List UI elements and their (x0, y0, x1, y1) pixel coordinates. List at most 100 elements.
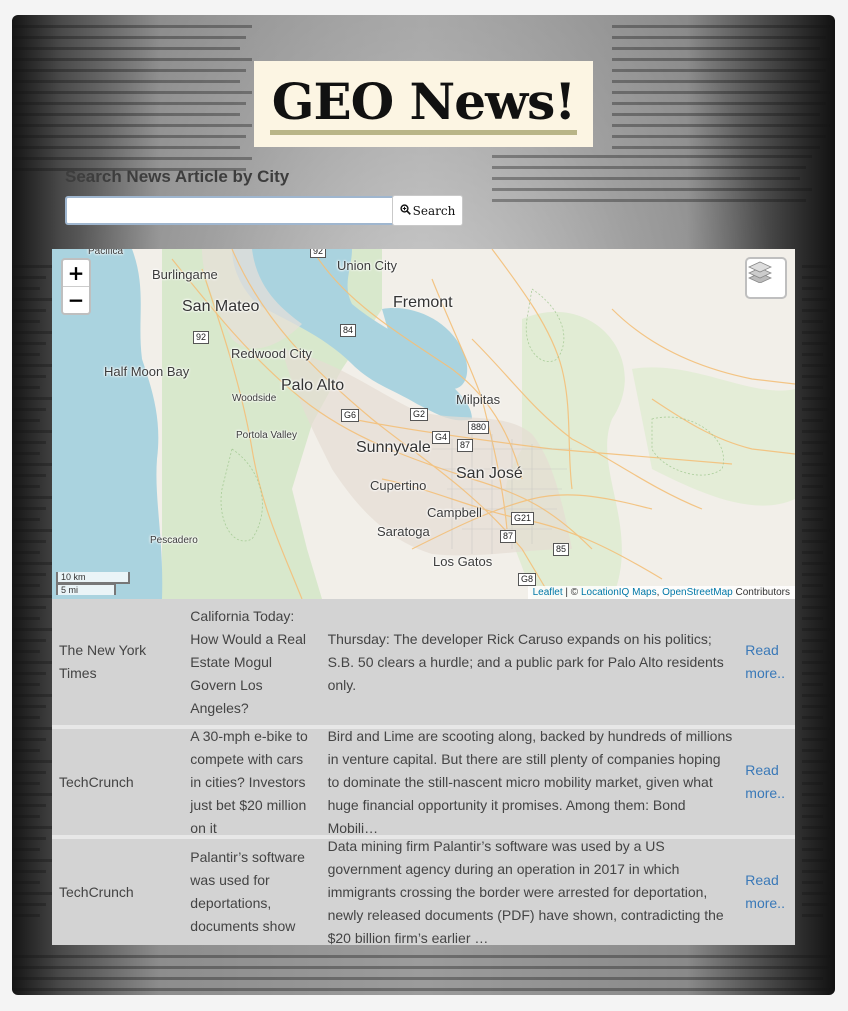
newspaper-line (802, 595, 835, 598)
article-title: California Today: How Would a Real Estat… (190, 607, 306, 716)
newspaper-line (802, 397, 835, 400)
newspaper-line (802, 716, 823, 719)
zoom-in-button[interactable]: + (63, 260, 89, 286)
newspaper-line (802, 738, 829, 741)
map-label-cupertino: Cupertino (370, 478, 427, 493)
newspaper-line (12, 364, 52, 367)
newspaper-line (12, 25, 252, 28)
newspaper-line (12, 595, 52, 598)
osm-link[interactable]: OpenStreetMap (662, 587, 733, 598)
newspaper-line (12, 474, 46, 477)
newspaper-line (12, 157, 252, 160)
newspaper-line (12, 771, 46, 774)
newspaper-line (12, 848, 40, 851)
search-button[interactable]: Search (392, 195, 463, 226)
search-label: Search News Article by City (65, 167, 290, 186)
newspaper-line (492, 199, 806, 202)
newspaper-line (12, 331, 52, 334)
newspaper-line (12, 485, 40, 488)
newspaper-line (12, 628, 52, 631)
newspaper-line (802, 881, 823, 884)
route-shield: 84 (340, 324, 357, 337)
newspaper-line (612, 135, 826, 138)
newspaper-line (12, 113, 240, 116)
map-scale: 10 km 5 mi (56, 572, 130, 595)
newspaper-line (802, 584, 823, 587)
newspaper-line (12, 966, 829, 969)
attribution-contributors: Contributors (732, 587, 790, 598)
leaflet-link[interactable]: Leaflet (533, 587, 563, 598)
search-input[interactable] (65, 196, 395, 225)
newspaper-line (802, 661, 835, 664)
route-shield: 92 (193, 331, 210, 344)
article-source: TechCrunch (59, 773, 134, 790)
newspaper-line (802, 298, 835, 301)
newspaper-line (802, 507, 829, 510)
newspaper-line (802, 683, 823, 686)
newspaper-line (12, 529, 52, 532)
newspaper-line (12, 540, 46, 543)
newspaper-line (802, 903, 829, 906)
newspaper-line (802, 562, 835, 565)
newspaper-line (12, 507, 46, 510)
newspaper-line (612, 69, 826, 72)
map-label-los-gatos: Los Gatos (433, 554, 493, 569)
newspaper-line (12, 320, 40, 323)
newspaper-line (12, 914, 40, 917)
newspaper-line (12, 584, 40, 587)
read-more-link[interactable]: Read more.. (732, 759, 795, 805)
search-button-label: Search (412, 203, 456, 218)
route-shield: 87 (457, 439, 474, 452)
newspaper-line (12, 617, 40, 620)
newspaper-line (802, 628, 835, 631)
newspaper-line (802, 859, 835, 862)
newspaper-line (802, 496, 835, 499)
locationiq-link[interactable]: LocationIQ Maps (581, 587, 657, 598)
map-label-palo-alto: Palo Alto (281, 377, 345, 394)
map-label-pacifica: Pacifica (88, 249, 124, 257)
article-row: TechCrunch A 30-mph e-bike to compete wi… (52, 728, 795, 839)
newspaper-line (802, 914, 823, 917)
newspaper-line (612, 124, 832, 127)
newspaper-line (12, 375, 46, 378)
read-more-link[interactable]: Read more.. (732, 639, 795, 685)
map-view[interactable]: Pacifica Burlingame Union City Fremont S… (52, 249, 795, 599)
map-label-woodside: Woodside (232, 393, 277, 404)
article-source: TechCrunch (59, 883, 134, 900)
newspaper-line (802, 727, 835, 730)
newspaper-line (12, 837, 46, 840)
newspaper-line (12, 859, 52, 862)
newspaper-line (802, 672, 829, 675)
newspaper-line (12, 47, 240, 50)
newspaper-line (802, 815, 823, 818)
newspaper-line (12, 694, 52, 697)
newspaper-line (12, 705, 46, 708)
map-label-fremont: Fremont (393, 294, 453, 311)
newspaper-line (802, 760, 835, 763)
route-shield: 92 (310, 249, 327, 258)
newspaper-line (12, 573, 46, 576)
newspaper-line (12, 463, 52, 466)
route-shield: G21 (511, 512, 535, 525)
zoom-out-button[interactable]: − (63, 286, 89, 313)
layers-button[interactable] (745, 257, 787, 299)
map-label-sunnyvale: Sunnyvale (356, 439, 431, 456)
route-shield: 87 (500, 530, 517, 543)
newspaper-line (12, 397, 52, 400)
route-shield: 880 (468, 421, 490, 434)
newspaper-line (12, 441, 46, 444)
newspaper-line (12, 606, 46, 609)
newspaper-line (12, 276, 46, 279)
newspaper-line (802, 265, 835, 268)
newspaper-line (12, 988, 835, 991)
newspaper-line (802, 474, 829, 477)
newspaper-line (802, 452, 823, 455)
title-box: GEO News! (254, 61, 593, 147)
route-shield: G6 (341, 409, 360, 422)
newspaper-line (612, 36, 826, 39)
newspaper-line (802, 771, 829, 774)
newspaper-line (12, 353, 40, 356)
zoom-control: + − (61, 258, 91, 315)
newspaper-line (802, 617, 823, 620)
read-more-link[interactable]: Read more.. (732, 869, 795, 915)
